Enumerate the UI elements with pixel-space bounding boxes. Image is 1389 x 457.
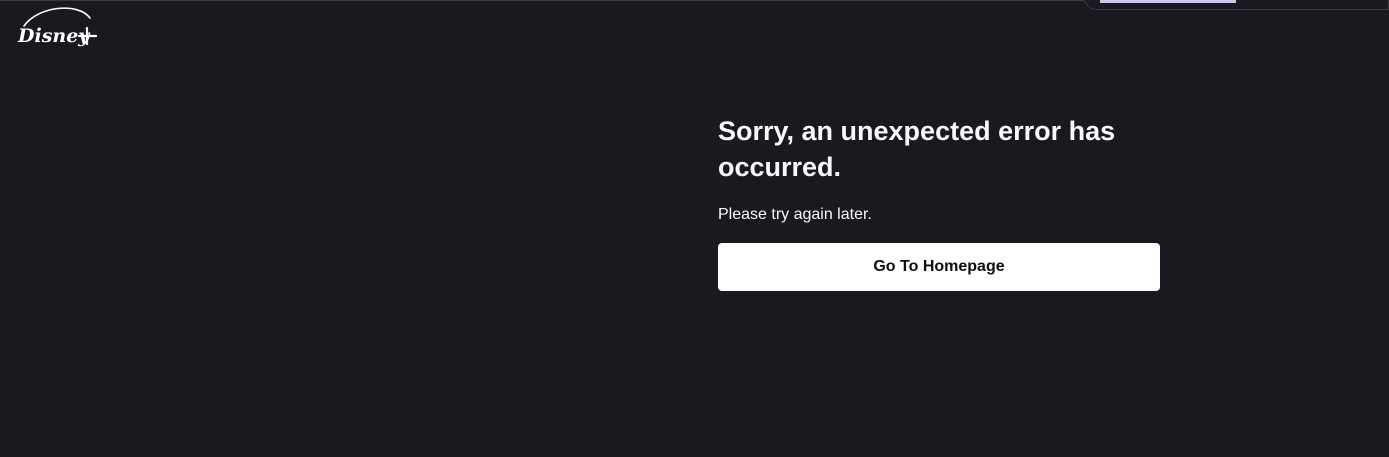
go-to-homepage-button[interactable]: Go To Homepage <box>718 243 1160 291</box>
disney-plus-logo-icon: Disney <box>17 7 98 47</box>
overlay-tab <box>1100 0 1236 3</box>
error-title: Sorry, an unexpected error has occurred. <box>718 116 1116 182</box>
top-right-overlay <box>1083 0 1389 10</box>
error-panel: Sorry, an unexpected error has occurred.… <box>718 113 1160 291</box>
error-message: Please try again later. <box>718 206 872 223</box>
disney-plus-logo[interactable]: Disney <box>16 4 100 50</box>
